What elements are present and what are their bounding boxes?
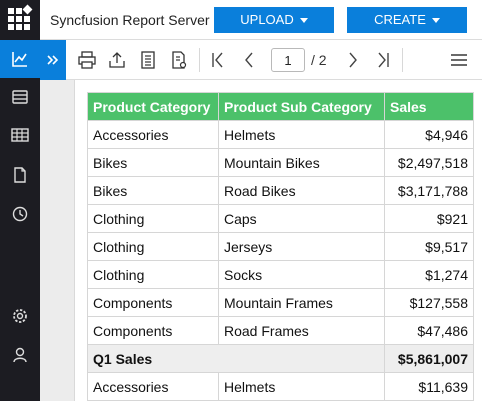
page-setup-button[interactable] — [137, 49, 159, 71]
cell-sales: $1,274 — [384, 260, 474, 289]
column-header-category: Product Category — [87, 92, 219, 121]
chevron-down-icon — [431, 18, 440, 24]
report-viewer: Product Category Product Sub Category Sa… — [40, 80, 482, 401]
cell-category: Components — [87, 288, 219, 317]
upload-label: UPLOAD — [240, 12, 294, 27]
cell-category: Components — [87, 316, 219, 345]
document-icon — [141, 51, 155, 69]
cell-subcategory: Socks — [218, 260, 385, 289]
sidebar — [0, 40, 40, 401]
document-settings-icon — [172, 51, 187, 69]
upload-button[interactable]: UPLOAD — [214, 7, 334, 33]
subtotal-row: Q1 Sales $5,861,007 — [87, 344, 474, 373]
chevron-right-icon — [349, 52, 357, 68]
cell-subcategory: Road Bikes — [218, 176, 385, 205]
cell-category: Clothing — [87, 204, 219, 233]
sidebar-item-datasets[interactable] — [0, 116, 40, 154]
cell-subcategory: Mountain Frames — [218, 288, 385, 317]
settings-icon — [13, 309, 27, 323]
cell-category: Bikes — [87, 148, 219, 177]
datasets-icon — [11, 128, 29, 142]
sidebar-item-settings[interactable] — [0, 297, 40, 335]
sidebar-item-user[interactable] — [0, 336, 40, 374]
create-label: CREATE — [374, 12, 426, 27]
export-button[interactable] — [106, 49, 128, 71]
user-icon — [13, 347, 27, 363]
table-row: Clothing Socks $1,274 — [87, 260, 474, 289]
cell-sales: $2,497,518 — [384, 148, 474, 177]
last-page-button[interactable] — [372, 49, 394, 71]
sidebar-item-schedules[interactable] — [0, 195, 40, 233]
app-launcher-icon[interactable] — [0, 0, 40, 40]
files-icon — [14, 167, 26, 183]
cell-sales: $3,171,788 — [384, 176, 474, 205]
viewer-toolbar: / 2 — [40, 40, 482, 80]
toolbar-divider — [402, 48, 403, 72]
cell-subcategory: Jerseys — [218, 232, 385, 261]
cell-category: Accessories — [87, 120, 219, 149]
cell-sales: $9,517 — [384, 232, 474, 261]
print-button[interactable] — [76, 49, 98, 71]
subtotal-label: Q1 Sales — [87, 344, 385, 373]
cell-subcategory: Mountain Bikes — [218, 148, 385, 177]
cell-subcategory: Helmets — [218, 120, 385, 149]
table-row: Bikes Mountain Bikes $2,497,518 — [87, 148, 474, 177]
create-button[interactable]: CREATE — [347, 7, 467, 33]
report-page: Product Category Product Sub Category Sa… — [74, 80, 482, 401]
export-icon — [109, 52, 125, 68]
cell-subcategory: Helmets — [218, 372, 385, 401]
double-chevron-right-icon — [47, 55, 59, 65]
chevron-down-icon — [299, 18, 308, 24]
print-icon — [78, 51, 96, 69]
sidebar-item-datasources[interactable] — [0, 78, 40, 116]
first-page-icon — [212, 52, 223, 68]
table-row: Components Mountain Frames $127,558 — [87, 288, 474, 317]
cell-sales: $4,946 — [384, 120, 474, 149]
hamburger-menu-icon — [451, 54, 467, 66]
reports-icon — [12, 52, 27, 67]
page-number-input[interactable] — [271, 48, 305, 72]
toolbar-divider — [199, 48, 200, 72]
cell-subcategory: Road Frames — [218, 316, 385, 345]
last-page-icon — [378, 52, 389, 68]
datasources-icon — [12, 90, 28, 104]
column-header-subcategory: Product Sub Category — [218, 92, 385, 121]
table-row: Clothing Jerseys $9,517 — [87, 232, 474, 261]
cell-sales: $47,486 — [384, 316, 474, 345]
first-page-button[interactable] — [207, 49, 229, 71]
top-header: Syncfusion Report Server UPLOAD CREATE — [0, 0, 482, 40]
table-row: Accessories Helmets $11,639 — [87, 372, 474, 401]
schedules-icon — [12, 206, 28, 222]
cell-sales: $921 — [384, 204, 474, 233]
cell-sales: $11,639 — [384, 372, 474, 401]
menu-button[interactable] — [448, 49, 470, 71]
expand-panel-button[interactable] — [40, 40, 66, 80]
table-row: Bikes Road Bikes $3,171,788 — [87, 176, 474, 205]
table-row: Clothing Caps $921 — [87, 204, 474, 233]
cell-sales: $127,558 — [384, 288, 474, 317]
subtotal-value: $5,861,007 — [384, 344, 474, 373]
previous-page-button[interactable] — [238, 49, 260, 71]
column-header-sales: Sales — [384, 92, 474, 121]
cell-category: Bikes — [87, 176, 219, 205]
sidebar-item-files[interactable] — [0, 156, 40, 194]
next-page-button[interactable] — [342, 49, 364, 71]
cell-category: Clothing — [87, 260, 219, 289]
cell-subcategory: Caps — [218, 204, 385, 233]
sidebar-item-reports[interactable] — [0, 40, 40, 78]
sales-table: Product Category Product Sub Category Sa… — [87, 92, 474, 401]
parameters-button[interactable] — [168, 49, 190, 71]
table-row: Components Road Frames $47,486 — [87, 316, 474, 345]
table-row: Accessories Helmets $4,946 — [87, 120, 474, 149]
chevron-left-icon — [245, 52, 253, 68]
cell-category: Clothing — [87, 232, 219, 261]
table-header-row: Product Category Product Sub Category Sa… — [87, 92, 474, 121]
app-title: Syncfusion Report Server — [50, 12, 210, 28]
page-total: / 2 — [311, 52, 327, 68]
viewer-gutter — [40, 80, 74, 401]
cell-category: Accessories — [87, 372, 219, 401]
